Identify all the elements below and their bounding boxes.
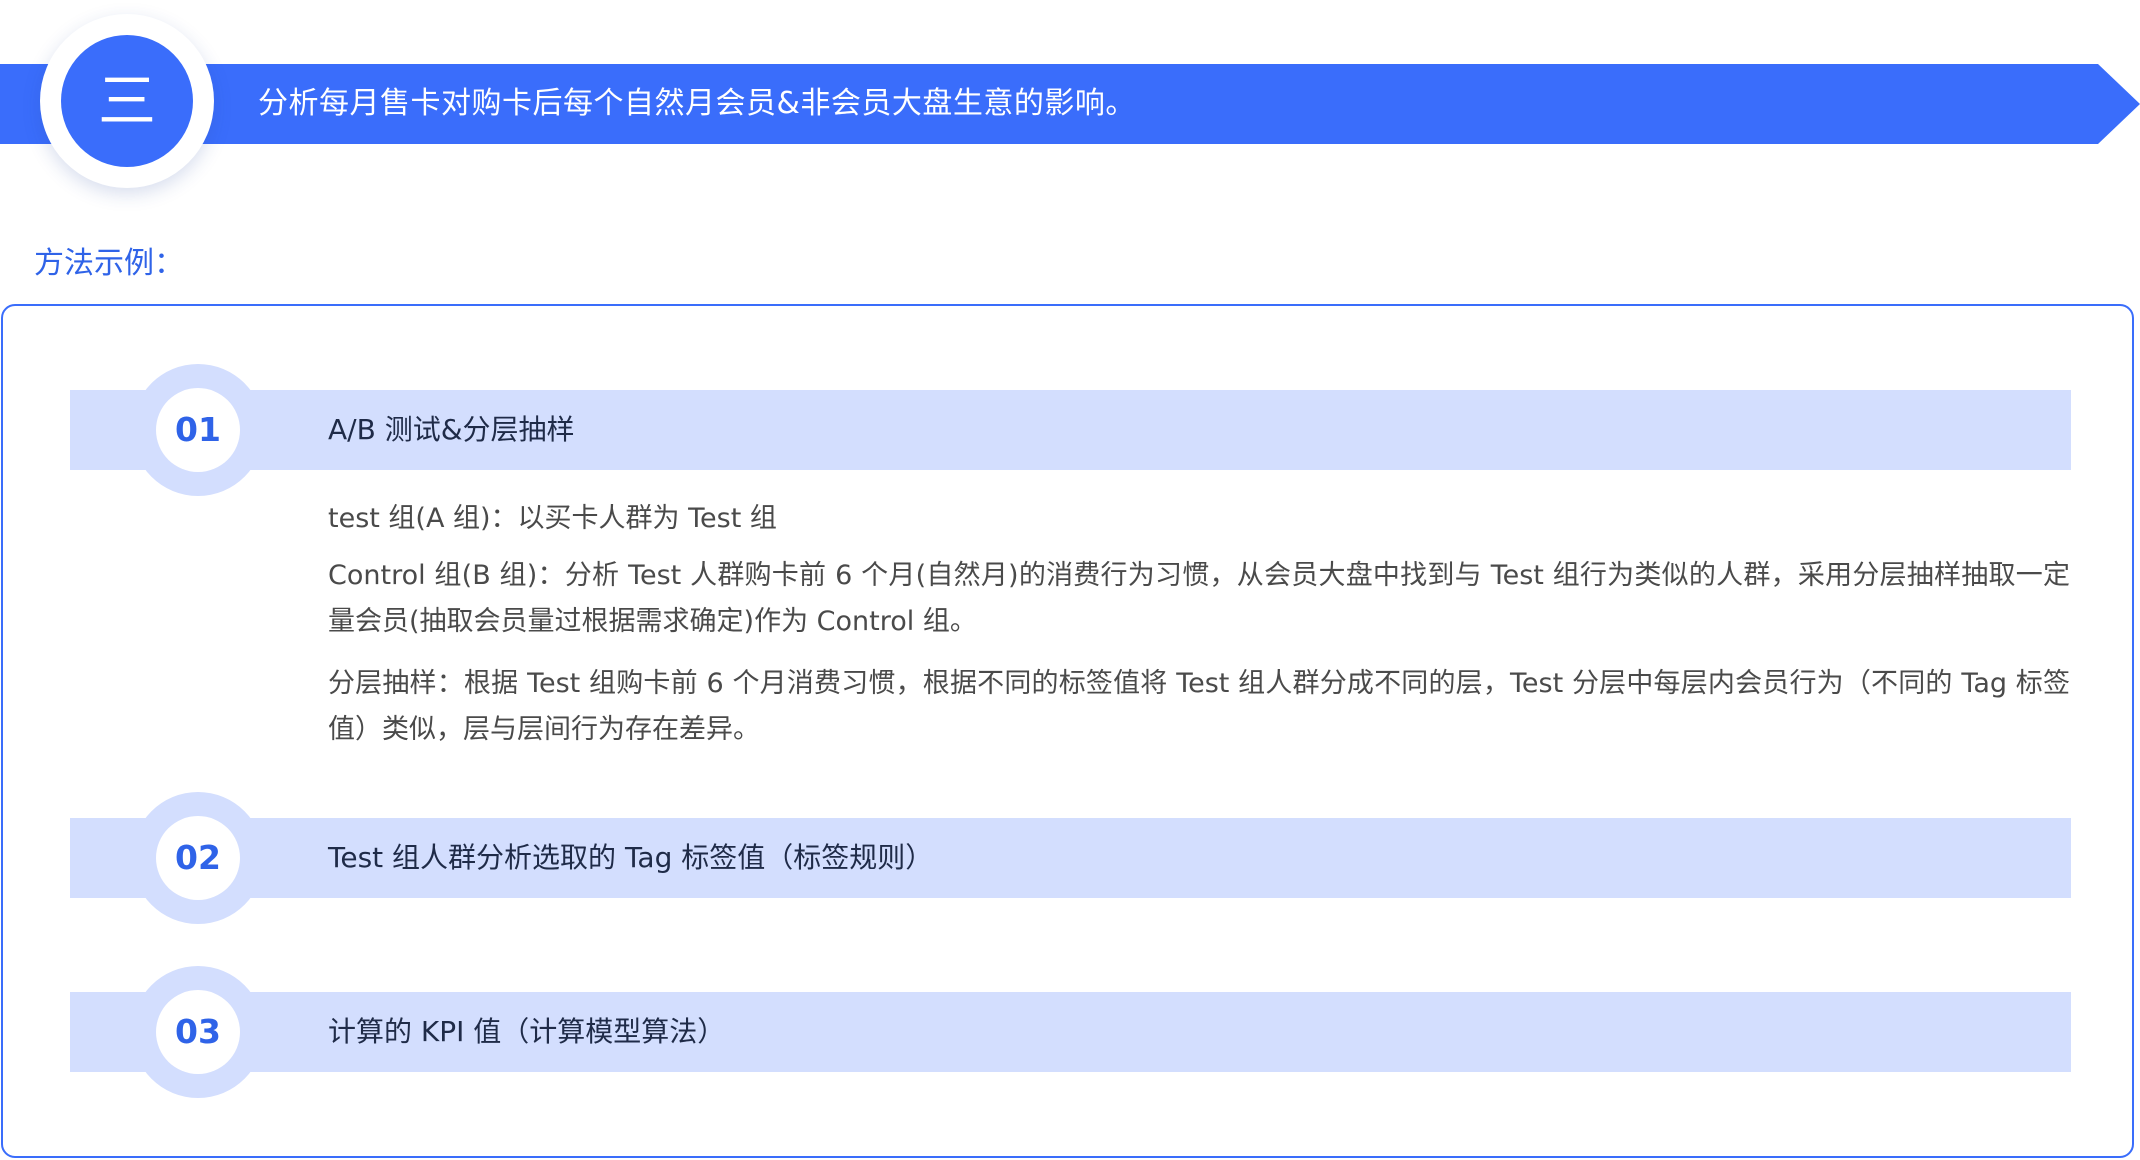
step-1-number: 01	[156, 388, 240, 472]
section-numeral-badge: 三	[61, 35, 193, 167]
step-1-paragraph-control-group: Control 组(B 组)：分析 Test 人群购卡前 6 个月(自然月)的消…	[328, 560, 2070, 637]
step-3-number: 03	[156, 990, 240, 1074]
step-2-number: 02	[156, 816, 240, 900]
step-3-title: 计算的 KPI 值（计算模型算法）	[328, 1015, 726, 1048]
header-title: 分析每月售卡对购卡后每个自然月会员&非会员大盘生意的影响。	[258, 86, 1136, 121]
step-2-title: Test 组人群分析选取的 Tag 标签值（标签规则）	[328, 841, 934, 874]
step-1-paragraph-test-group: test 组(A 组)：以买卡人群为 Test 组	[328, 503, 777, 534]
method-label: 方法示例：	[34, 246, 184, 281]
step-1-title: A/B 测试&分层抽样	[328, 413, 575, 446]
step-1-paragraph-stratified: 分层抽样：根据 Test 组购卡前 6 个月消费习惯，根据不同的标签值将 Tes…	[328, 668, 2070, 745]
